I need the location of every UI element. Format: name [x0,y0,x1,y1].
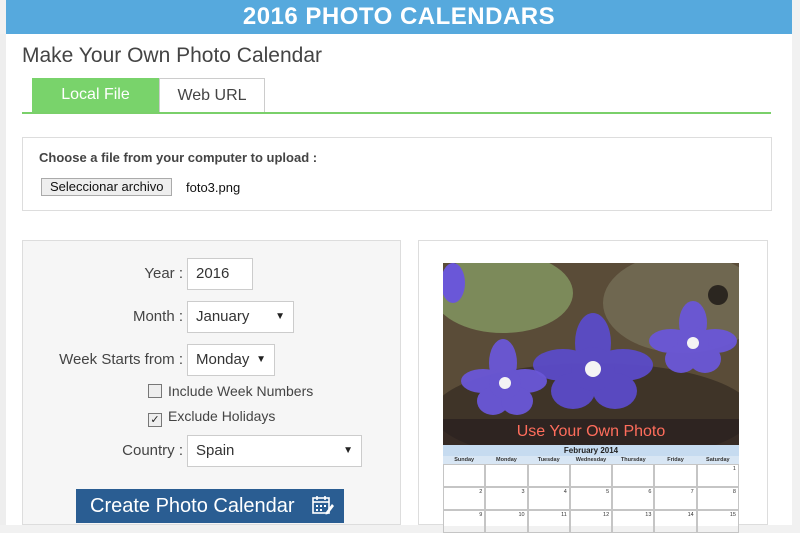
day-name: Tuesday [537,457,560,463]
mini-calendar: February 2014 Sunday Monday Tuesday Wedn… [443,445,739,533]
day-cell: 12 [569,510,613,533]
day-name: Sunday [454,457,475,463]
day-cell: 4 [527,487,570,510]
day-cell [654,464,697,487]
site-banner: 2016 PHOTO CALENDARS [6,0,792,34]
week-start-select[interactable]: Monday ▼ [187,344,275,376]
week-numbers-checkbox[interactable] [148,384,162,398]
day-cell: 10 [485,510,528,533]
mini-calendar-grid: 1 2 3 4 5 6 7 8 9 10 11 12 13 14 15 [443,464,739,533]
create-calendar-label: Create Photo Calendar [90,495,295,517]
day-name: Monday [496,457,517,463]
chevron-down-icon: ▼ [275,311,285,322]
week-numbers-label: Include Week Numbers [168,383,314,399]
country-select-value: Spain [196,442,235,459]
flower-photo-image [443,263,739,445]
mini-calendar-title: February 2014 [443,445,739,456]
photo-caption: Use Your Own Photo [443,419,739,445]
day-cell: 13 [612,510,655,533]
mini-calendar-day-names: Sunday Monday Tuesday Wednesday Thursday… [443,456,739,464]
day-cell: 8 [696,487,739,510]
tab-web-url[interactable]: Web URL [159,78,265,112]
day-name: Wednesday [575,457,607,463]
week-numbers-option[interactable]: Include Week Numbers [148,383,313,399]
chevron-down-icon: ▼ [343,445,353,456]
day-cell: 14 [654,510,697,533]
preview-photo: Use Your Own Photo [443,263,739,445]
exclude-holidays-label: Exclude Holidays [168,408,276,424]
day-name: Friday [667,457,684,463]
week-start-select-value: Monday [196,351,250,368]
banner-title: 2016 PHOTO CALENDARS [242,3,556,30]
chevron-down-icon: ▼ [256,354,266,365]
month-select[interactable]: January ▼ [187,301,294,333]
upload-section: Choose a file from your computer to uplo… [22,137,772,211]
month-label: Month : [132,308,183,325]
year-input[interactable]: 2016 [187,258,253,290]
calendar-preview: Use Your Own Photo February 2014 Sunday … [418,240,768,533]
selected-file-name: foto3.png [186,180,241,195]
tab-local-file[interactable]: Local File [32,78,159,112]
calendar-edit-icon [312,496,334,515]
day-cell [485,464,528,487]
day-cell: 3 [485,487,528,510]
day-cell [527,464,570,487]
source-tabs: Local File Web URL [22,78,771,114]
year-label: Year : [144,265,183,282]
exclude-holidays-checkbox[interactable]: ✓ [148,413,162,427]
day-cell: 9 [443,510,486,533]
month-select-value: January [196,308,250,325]
week-start-label: Week Starts from : [59,351,183,368]
day-name: Thursday [620,457,646,463]
day-cell: 2 [443,487,486,510]
day-cell [612,464,655,487]
upload-label: Choose a file from your computer to uplo… [39,150,318,165]
day-cell [443,464,486,487]
country-select[interactable]: Spain ▼ [187,435,362,467]
day-cell: 6 [612,487,655,510]
create-calendar-button[interactable]: Create Photo Calendar [76,489,344,523]
day-name: Saturday [706,457,730,463]
day-cell: 11 [527,510,570,533]
page-title: Make Your Own Photo Calendar [22,44,323,67]
day-cell: 5 [569,487,613,510]
calendar-options-form: Year : 2016 Month : January ▼ Week Start… [22,240,401,525]
exclude-holidays-option[interactable]: ✓ Exclude Holidays [148,408,275,427]
choose-file-button[interactable]: Seleccionar archivo [41,178,173,196]
country-label: Country : [122,442,183,459]
day-cell: 1 [696,464,739,487]
day-cell: 15 [696,510,739,533]
day-cell [569,464,613,487]
day-cell: 7 [654,487,697,510]
